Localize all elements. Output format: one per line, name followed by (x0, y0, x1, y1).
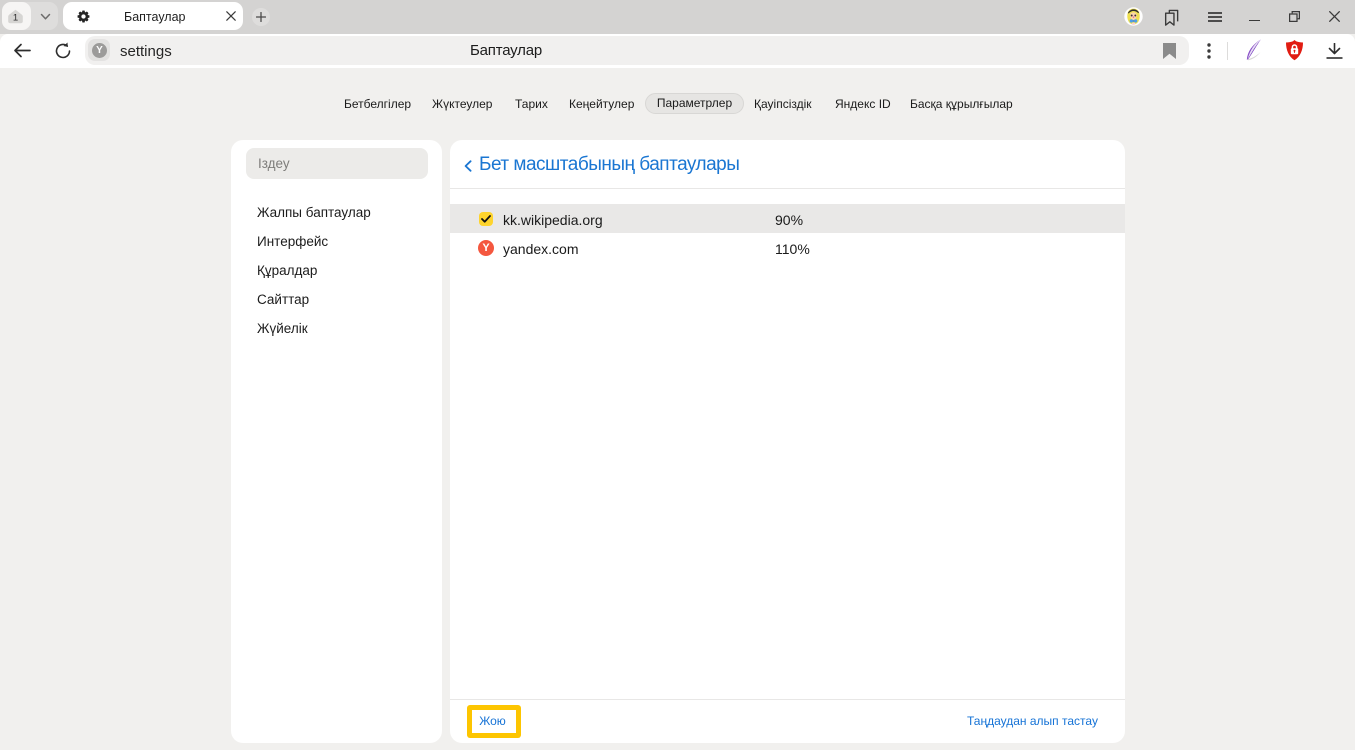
svg-text:1: 1 (13, 12, 18, 23)
